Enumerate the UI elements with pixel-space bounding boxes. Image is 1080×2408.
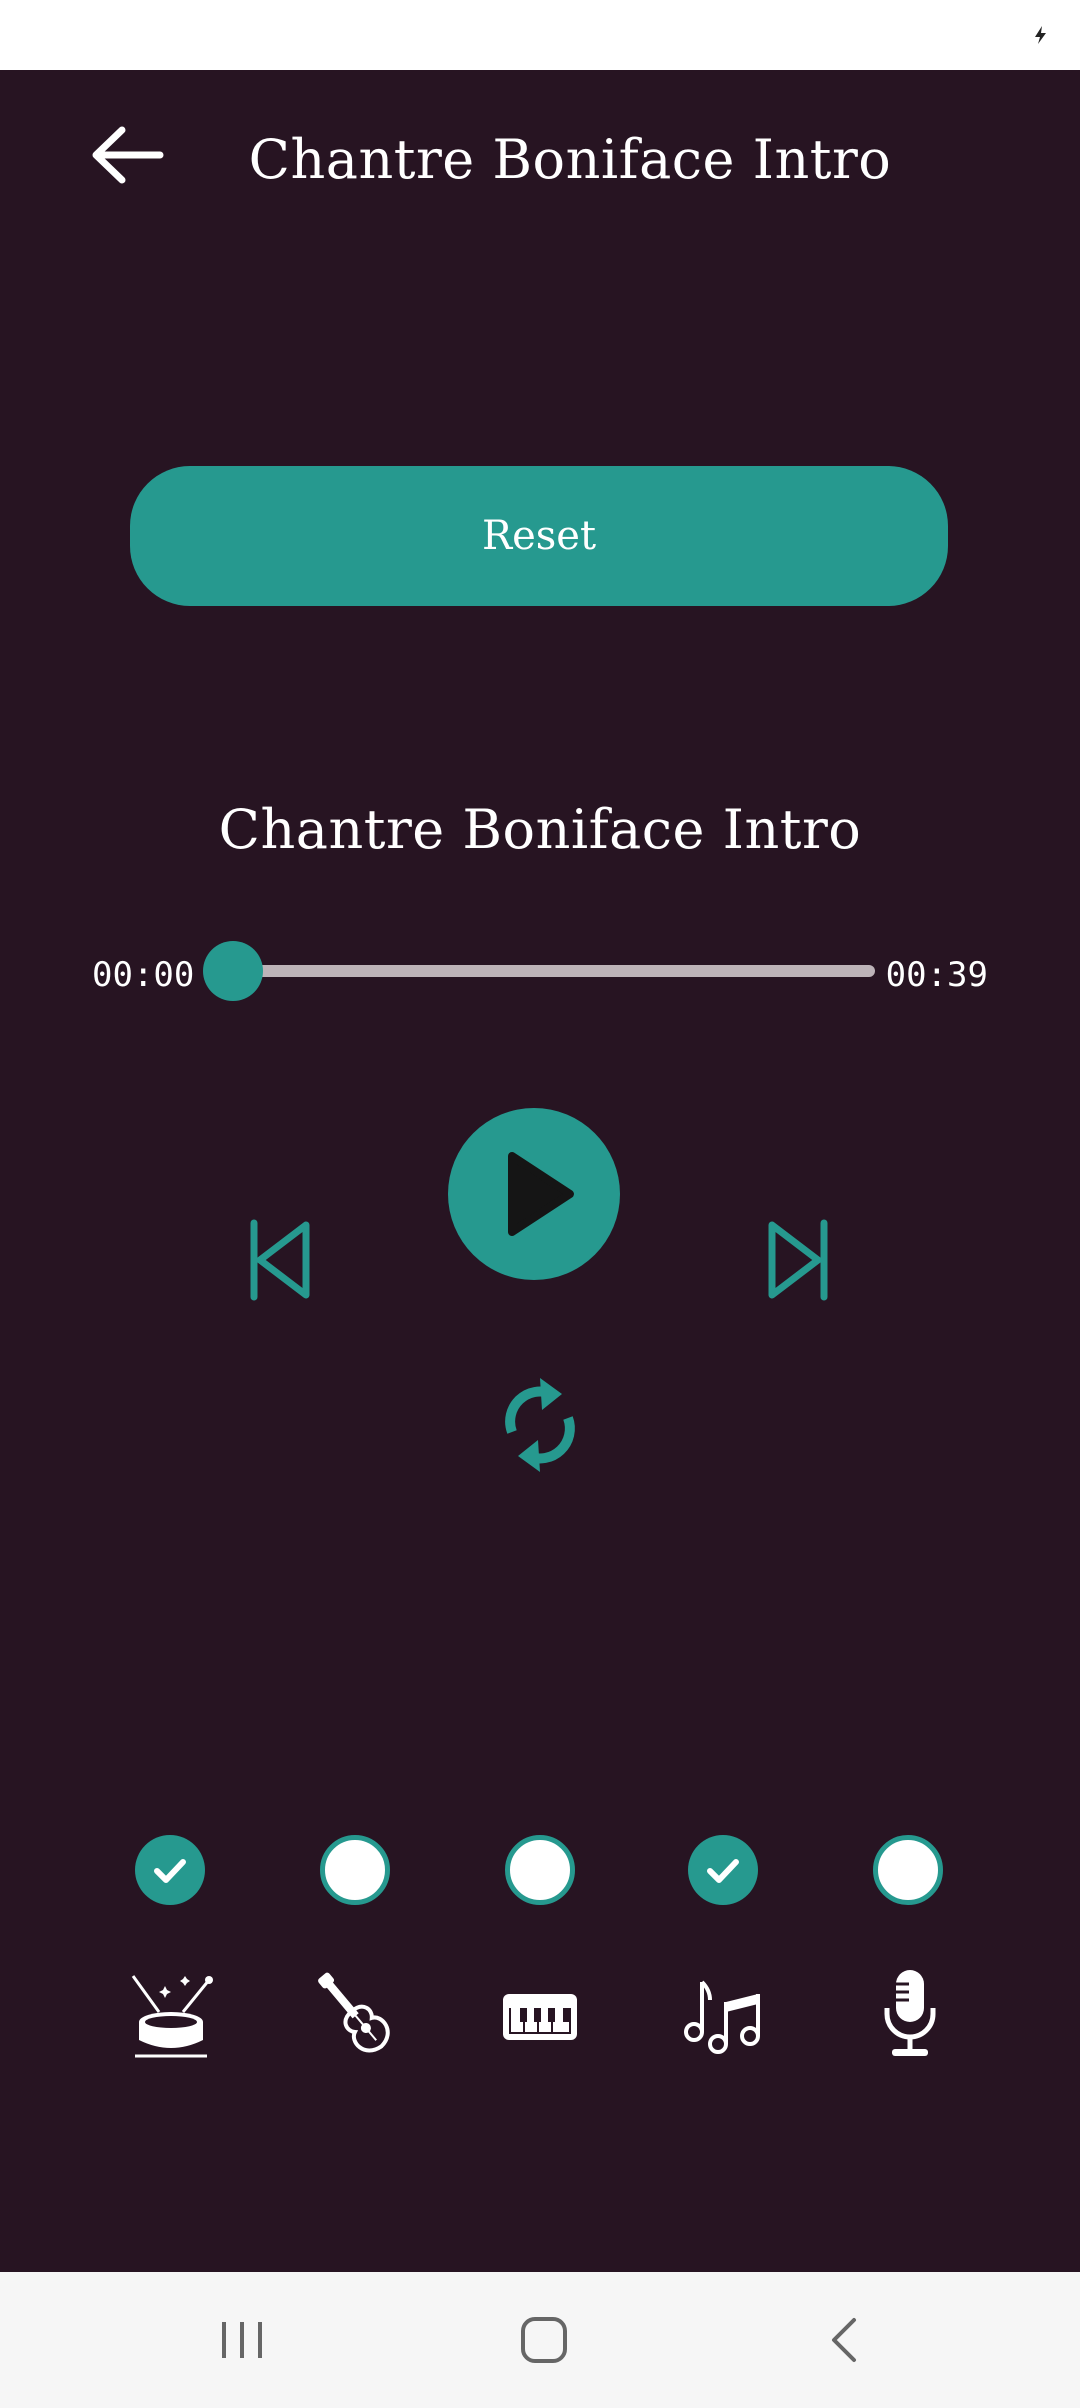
- check-icon: [154, 1859, 186, 1883]
- system-navigation-bar: [0, 2272, 1080, 2408]
- app-screen: Chantre Boniface Intro Reset Chantre Bon…: [0, 70, 1080, 2272]
- back-arrow-icon[interactable]: [82, 110, 172, 200]
- back-icon[interactable]: [816, 2312, 876, 2368]
- skip-previous-icon[interactable]: [240, 1215, 320, 1305]
- charging-icon: [1035, 26, 1046, 44]
- instrument-toggles: [0, 1835, 1080, 1915]
- drum-toggle[interactable]: [135, 1835, 205, 1905]
- home-icon[interactable]: [514, 2312, 574, 2368]
- music-notes-icon: [684, 1980, 760, 2054]
- page-title: Chantre Boniface Intro: [248, 128, 892, 191]
- status-bar: [0, 0, 1080, 70]
- guitar-toggle[interactable]: [320, 1835, 390, 1905]
- microphone-toggle[interactable]: [873, 1835, 943, 1905]
- reset-button[interactable]: Reset: [130, 466, 948, 606]
- check-icon: [707, 1859, 739, 1883]
- microphone-icon: [884, 1970, 936, 2056]
- play-icon: [508, 1152, 574, 1236]
- play-button[interactable]: [448, 1108, 620, 1280]
- recent-apps-icon[interactable]: [212, 2312, 272, 2368]
- total-time: 00:39: [885, 955, 988, 995]
- guitar-icon: [318, 1972, 390, 2053]
- piano-toggle[interactable]: [505, 1835, 575, 1905]
- seek-bar[interactable]: [233, 965, 875, 977]
- current-time: 00:00: [92, 955, 195, 995]
- repeat-icon[interactable]: [490, 1370, 590, 1480]
- music-notes-toggle[interactable]: [688, 1835, 758, 1905]
- drum-icon: [131, 1975, 213, 2058]
- skip-next-icon[interactable]: [758, 1215, 838, 1305]
- piano-icon: [503, 1994, 577, 2040]
- track-title: Chantre Boniface Intro: [218, 798, 862, 861]
- seek-thumb[interactable]: [203, 941, 263, 1001]
